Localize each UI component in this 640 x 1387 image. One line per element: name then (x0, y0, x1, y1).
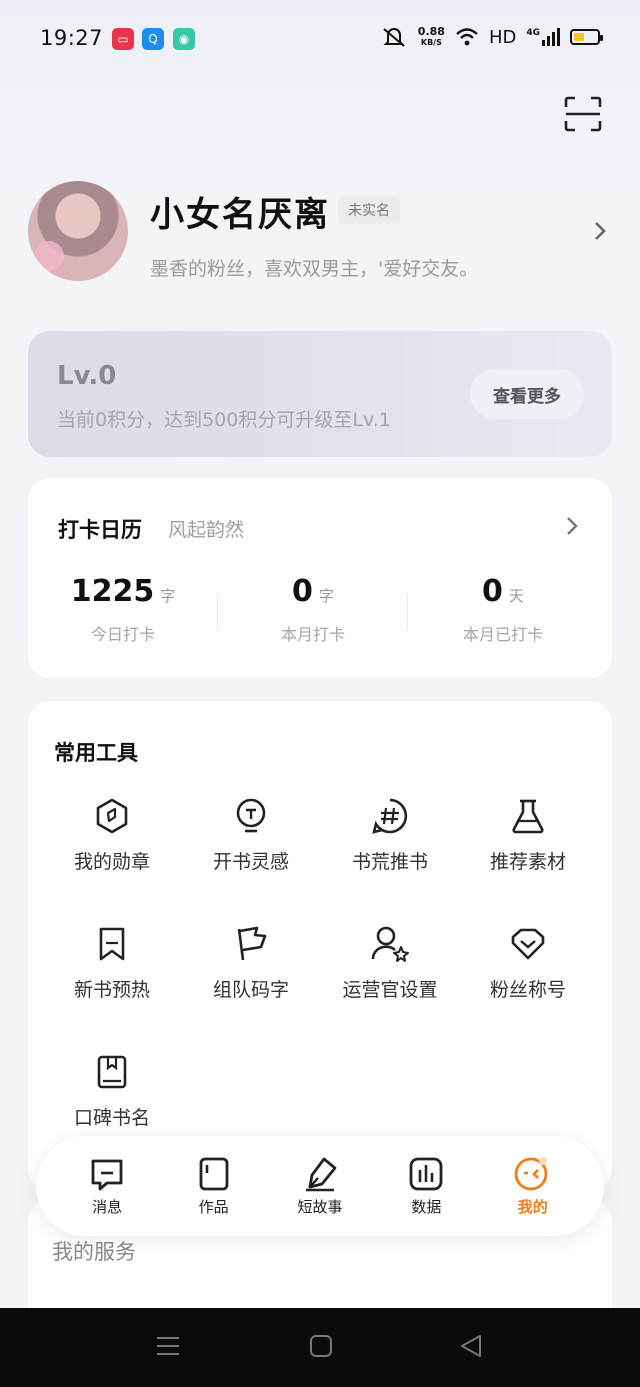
tool-fan-title[interactable]: 粉丝称号 (458, 925, 598, 1002)
pen-icon (305, 1157, 337, 1191)
profile-bio: 墨香的粉丝，喜欢双男主，'爱好交友。 (150, 258, 479, 280)
stat-today: 1225 字 今日打卡 (70, 574, 176, 644)
medal-icon (96, 798, 128, 834)
flask-icon (512, 799, 544, 834)
tool-reputation-title[interactable]: 口碑书名 (42, 1053, 182, 1130)
mute-bell-icon (383, 28, 405, 47)
face-icon (514, 1156, 548, 1190)
network-speed: 0.88 KB/S (417, 25, 445, 47)
tools-title: 常用工具 (54, 741, 138, 765)
common-tools-card: 常用工具 我的勋章 开书灵感 书荒推书 推荐素材 新书预热 组队码字 运营官设置… (28, 701, 612, 1191)
heart-shield-icon (511, 928, 545, 960)
lightbulb-icon (236, 798, 266, 833)
verification-badge[interactable]: 未实名 (338, 196, 400, 224)
status-indicators: 0.88 KB/S HD 4G (380, 25, 603, 48)
chevron-right-icon[interactable] (565, 516, 579, 536)
home-icon[interactable] (309, 1334, 333, 1358)
back-icon[interactable] (459, 1334, 483, 1358)
system-navigation-bar (0, 1308, 640, 1387)
hashtag-icon (372, 798, 408, 834)
stat-month-days: 0天 本月已打卡 (462, 574, 543, 644)
status-bar: 19:27 ▭ Q ◉ 0.88 KB/S HD 4G (0, 0, 640, 78)
cell-signal-icon: 4G (526, 28, 560, 46)
menu-icon[interactable] (156, 1334, 180, 1358)
stat-month: 0字 本月打卡 (280, 574, 345, 644)
network-type: HD (488, 26, 517, 48)
tool-recommended-material[interactable]: 推荐素材 (458, 797, 598, 874)
tab-me[interactable]: 我的 (488, 1156, 578, 1217)
checkin-title: 打卡日历 (58, 518, 142, 542)
tab-data[interactable]: 数据 (381, 1156, 471, 1217)
level-title: Lv.0 (57, 361, 117, 391)
avatar[interactable] (28, 181, 128, 281)
bottom-tab-bar: 消息 作品 短故事 数据 我的 (36, 1136, 604, 1236)
document-icon (199, 1157, 228, 1190)
level-card[interactable]: Lv.0 当前0积分，达到500积分可升级至Lv.1 查看更多 (28, 331, 612, 457)
bookmark-icon (99, 927, 125, 961)
wifi-icon (456, 28, 478, 46)
tool-book-recommend[interactable]: 书荒推书 (320, 797, 460, 874)
book-icon (97, 1055, 127, 1089)
tool-operator-settings[interactable]: 运营官设置 (320, 925, 460, 1002)
message-icon (91, 1159, 123, 1190)
chevron-right-icon[interactable] (593, 221, 607, 241)
checkin-subtitle: 风起韵然 (168, 519, 245, 541)
tool-book-inspiration[interactable]: 开书灵感 (181, 797, 321, 874)
level-description: 当前0积分，达到500积分可升级至Lv.1 (57, 409, 391, 431)
chat-app-icon: ◉ (173, 28, 195, 50)
services-title: 我的服务 (52, 1240, 136, 1264)
tool-new-book-preheat[interactable]: 新书预热 (42, 925, 182, 1002)
flag-icon (237, 926, 267, 961)
username: 小女名厌离 (150, 195, 330, 235)
tab-messages[interactable]: 消息 (62, 1156, 152, 1217)
view-more-button[interactable]: 查看更多 (470, 369, 584, 419)
chart-icon (409, 1157, 443, 1190)
user-star-icon (371, 926, 409, 962)
tool-team-writing[interactable]: 组队码字 (181, 925, 321, 1002)
status-time: 19:27 (40, 26, 104, 50)
search-app-icon: Q (142, 28, 164, 50)
video-app-icon: ▭ (112, 28, 134, 50)
tab-short-stories[interactable]: 短故事 (275, 1156, 365, 1217)
tab-works[interactable]: 作品 (169, 1156, 259, 1217)
battery-icon (570, 29, 603, 45)
checkin-calendar-card[interactable]: 打卡日历 风起韵然 1225 字 今日打卡 0字 本月打卡 0天 本月已打卡 (28, 478, 612, 678)
scan-icon[interactable] (564, 96, 602, 132)
tool-my-medals[interactable]: 我的勋章 (42, 797, 182, 874)
